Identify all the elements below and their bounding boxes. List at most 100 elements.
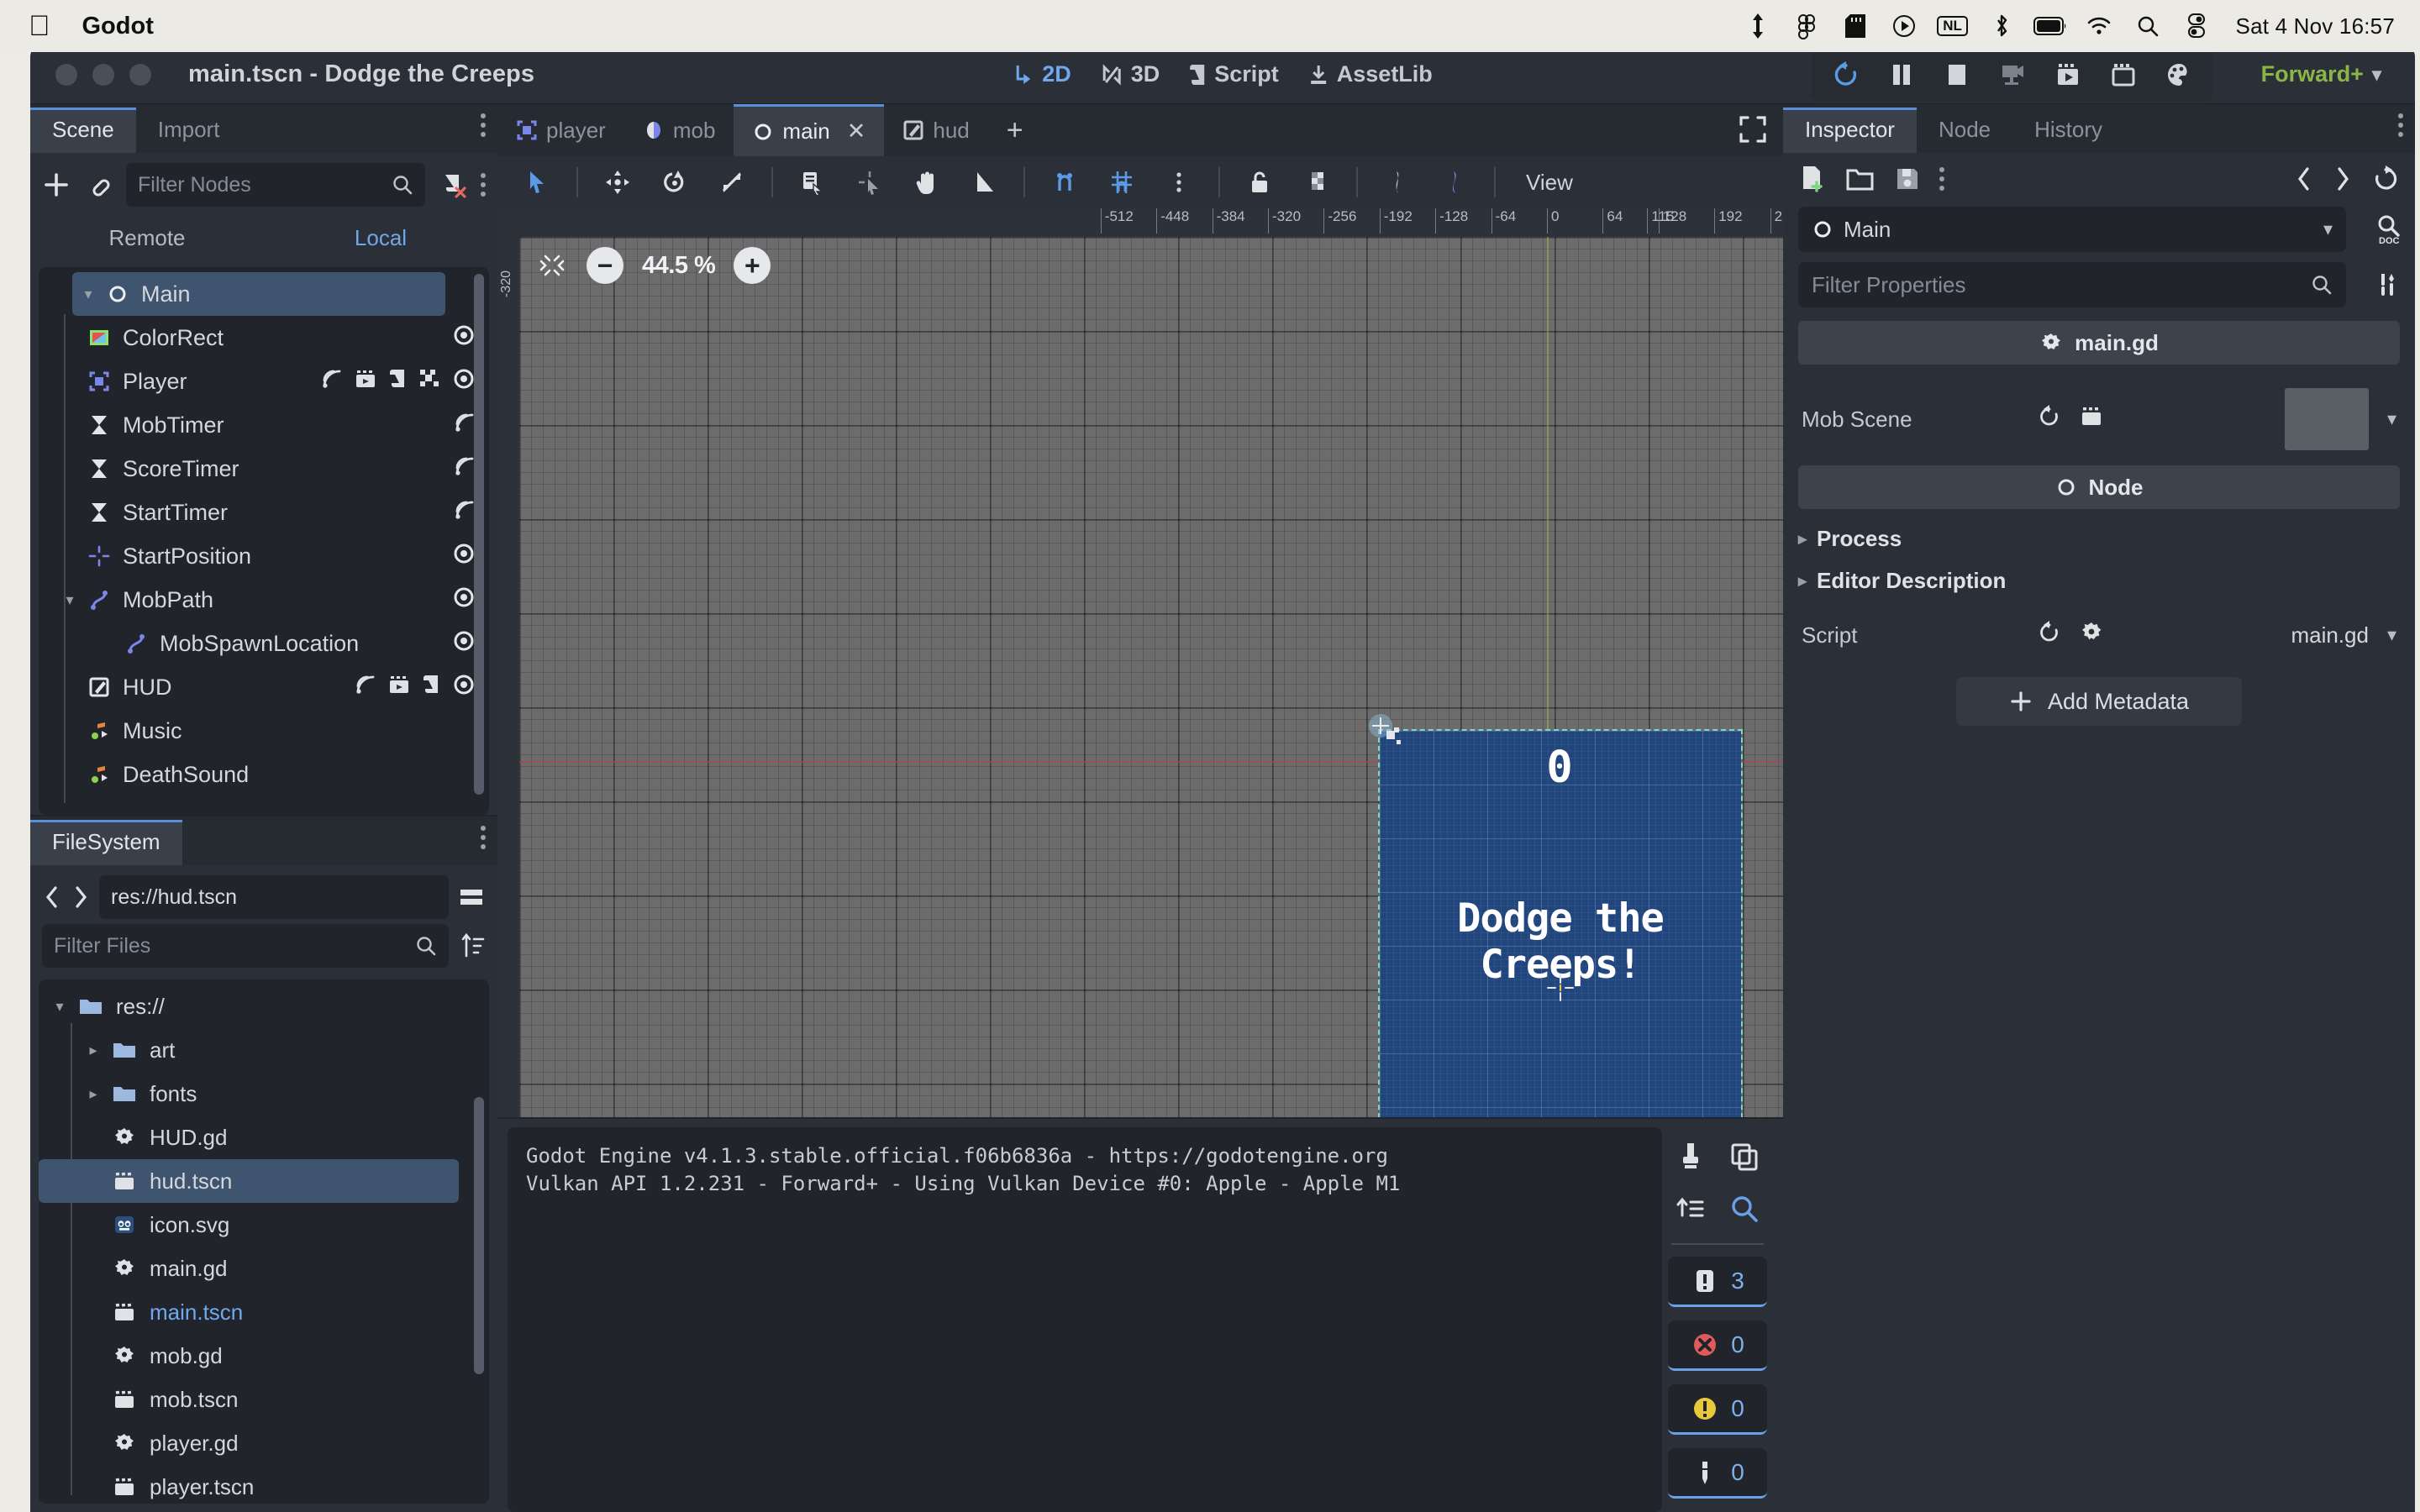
scene-icon[interactable] [388,674,410,701]
keyboard-layout-icon[interactable]: NL [1928,0,1977,52]
revert-icon[interactable] [2037,620,2062,651]
reload-icon[interactable] [1820,53,1872,97]
counter-info[interactable]: 3 [1668,1257,1767,1307]
scene-node-starttimer[interactable]: StartTimer [39,491,489,534]
script-settings-icon[interactable] [2079,620,2104,651]
group-icon[interactable] [1291,160,1343,205]
fs-item-hud-gd[interactable]: HUD.gd [39,1116,489,1159]
inspector-dock-menu-icon[interactable] [2398,109,2403,141]
fs-item-fonts[interactable]: ▸ fonts [39,1072,489,1116]
signal-icon[interactable] [355,674,376,701]
maximize-window-button[interactable] [129,63,151,86]
output-log[interactable]: Godot Engine v4.1.3.stable.official.f06b… [508,1127,1662,1512]
skeleton-icon[interactable] [1428,160,1481,205]
add-scene-tab-button[interactable]: + [988,104,1042,156]
ruler-tool-icon[interactable] [958,160,1010,205]
fs-item-mob-tscn[interactable]: mob.tscn [39,1378,489,1421]
snap-mode-icon[interactable] [1039,160,1091,205]
scene-tab-player[interactable]: player [497,104,624,156]
distraction-free-mode-icon[interactable] [1738,114,1768,149]
save-resource-icon[interactable] [1894,165,1921,192]
scene-options-menu-icon[interactable] [481,169,486,201]
filesystem-dock-menu-icon[interactable] [481,822,486,853]
fs-item-mob-gd[interactable]: mob.gd [39,1334,489,1378]
mode-remote[interactable]: Remote [30,225,264,251]
fs-back-button[interactable] [42,885,62,910]
tab-2d[interactable]: 2D [1013,61,1071,87]
scene-icon[interactable] [355,368,376,396]
visibility-icon[interactable] [452,367,476,396]
skeleton-bone-icon[interactable] [1371,160,1423,205]
view-menu[interactable]: View [1509,170,1590,196]
filter-properties-input[interactable]: Filter Properties [1798,262,2346,307]
script-icon[interactable] [388,368,407,396]
pivot-tool-icon[interactable] [844,160,896,205]
open-docs-icon[interactable]: DOC [2361,213,2415,246]
visibility-icon[interactable] [452,629,476,659]
pan-tool-icon[interactable] [901,160,953,205]
visibility-icon[interactable] [452,323,476,353]
filesystem-path-field[interactable]: res://hud.tscn [99,875,449,919]
updown-arrow-icon[interactable] [1733,0,1782,52]
select-tool-icon[interactable] [511,160,563,205]
fs-item-icon-svg[interactable]: icon.svg [39,1203,489,1247]
scene-tree[interactable]: ▾ Main ColorRect Player MobTimer ScoreTi… [39,267,489,815]
clear-output-icon[interactable] [1671,1137,1710,1176]
minimize-window-button[interactable] [92,63,114,86]
play-scene-icon[interactable] [2042,53,2094,97]
signal-icon[interactable] [321,368,343,396]
visibility-icon[interactable] [452,673,476,702]
lock-icon[interactable] [1234,160,1286,205]
tab-history[interactable]: History [2012,108,2124,153]
scene-node-mobtimer[interactable]: MobTimer [39,403,489,447]
close-window-button[interactable] [55,63,77,86]
scene-tab-mob[interactable]: mob [624,104,734,156]
signal-icon[interactable] [454,499,476,527]
copy-output-icon[interactable] [1725,1137,1764,1176]
revert-icon[interactable] [2037,404,2062,435]
fs-item-hud-tscn[interactable]: hud.tscn [39,1159,459,1203]
tab-scene[interactable]: Scene [30,108,136,153]
expand-caret-icon[interactable]: ▸ [81,1085,106,1103]
add-metadata-button[interactable]: Add Metadata [1956,677,2242,726]
stop-icon[interactable] [1931,53,1983,97]
mode-local[interactable]: Local [264,225,497,251]
counter-error[interactable]: 0 [1668,1320,1767,1371]
instance-scene-button[interactable] [84,171,113,199]
zoom-out-button[interactable]: − [587,247,623,284]
fs-item-main-gd[interactable]: main.gd [39,1247,489,1290]
fs-forward-button[interactable] [71,885,91,910]
inspector-object-selector[interactable]: Main ▾ [1798,207,2346,252]
resource-menu-icon[interactable] [1939,163,1944,195]
filter-files-input[interactable]: Filter Files [42,924,449,968]
sd-card-icon[interactable] [1831,0,1880,52]
fs-item-res-root[interactable]: ▾ res:// [39,984,489,1028]
active-app-name[interactable]: Godot [82,13,154,40]
palette-icon[interactable] [2153,53,2205,97]
filesystem-tree[interactable]: ▾ res:// ▸ art ▸ fonts HUD.gd hud.tscn i… [39,979,489,1504]
fs-item-player-gd[interactable]: player.gd [39,1421,489,1465]
inspector-script-category[interactable]: main.gd [1798,321,2400,365]
control-center-icon[interactable] [2172,0,2221,52]
scene-tab-hud[interactable]: hud [884,104,987,156]
toggle-split-mode-icon[interactable] [457,883,486,911]
scale-tool-icon[interactable] [706,160,758,205]
history-prev-icon[interactable] [2294,165,2314,192]
expand-caret-icon[interactable]: ▸ [81,1042,106,1059]
tab-3d[interactable]: 3D [1100,61,1160,87]
apple-menu-icon[interactable]:  [29,12,50,40]
window-traffic-lights[interactable] [55,63,151,86]
zoom-reset-icon[interactable] [536,249,568,281]
open-resource-icon[interactable] [1845,165,1876,192]
rotate-tool-icon[interactable] [649,160,701,205]
counter-warning[interactable]: 0 [1668,1384,1767,1435]
2d-viewport[interactable]: 0 Dodge theCreeps! Start D [497,208,1783,1117]
inspector-settings-icon[interactable] [2361,270,2415,299]
group-icon[interactable] [418,368,440,396]
scene-node-main[interactable]: ▾ Main [72,272,445,316]
renderer-selector[interactable]: Forward+ ▾ [2261,61,2381,87]
search-icon[interactable] [1725,1189,1764,1228]
horizontal-ruler[interactable]: -512 -448 -384 -320 -256 -192 -128 -64 0 64 128 192… [497,208,1783,237]
expand-caret-icon[interactable]: ▾ [47,998,72,1016]
wifi-icon[interactable] [2075,0,2123,52]
